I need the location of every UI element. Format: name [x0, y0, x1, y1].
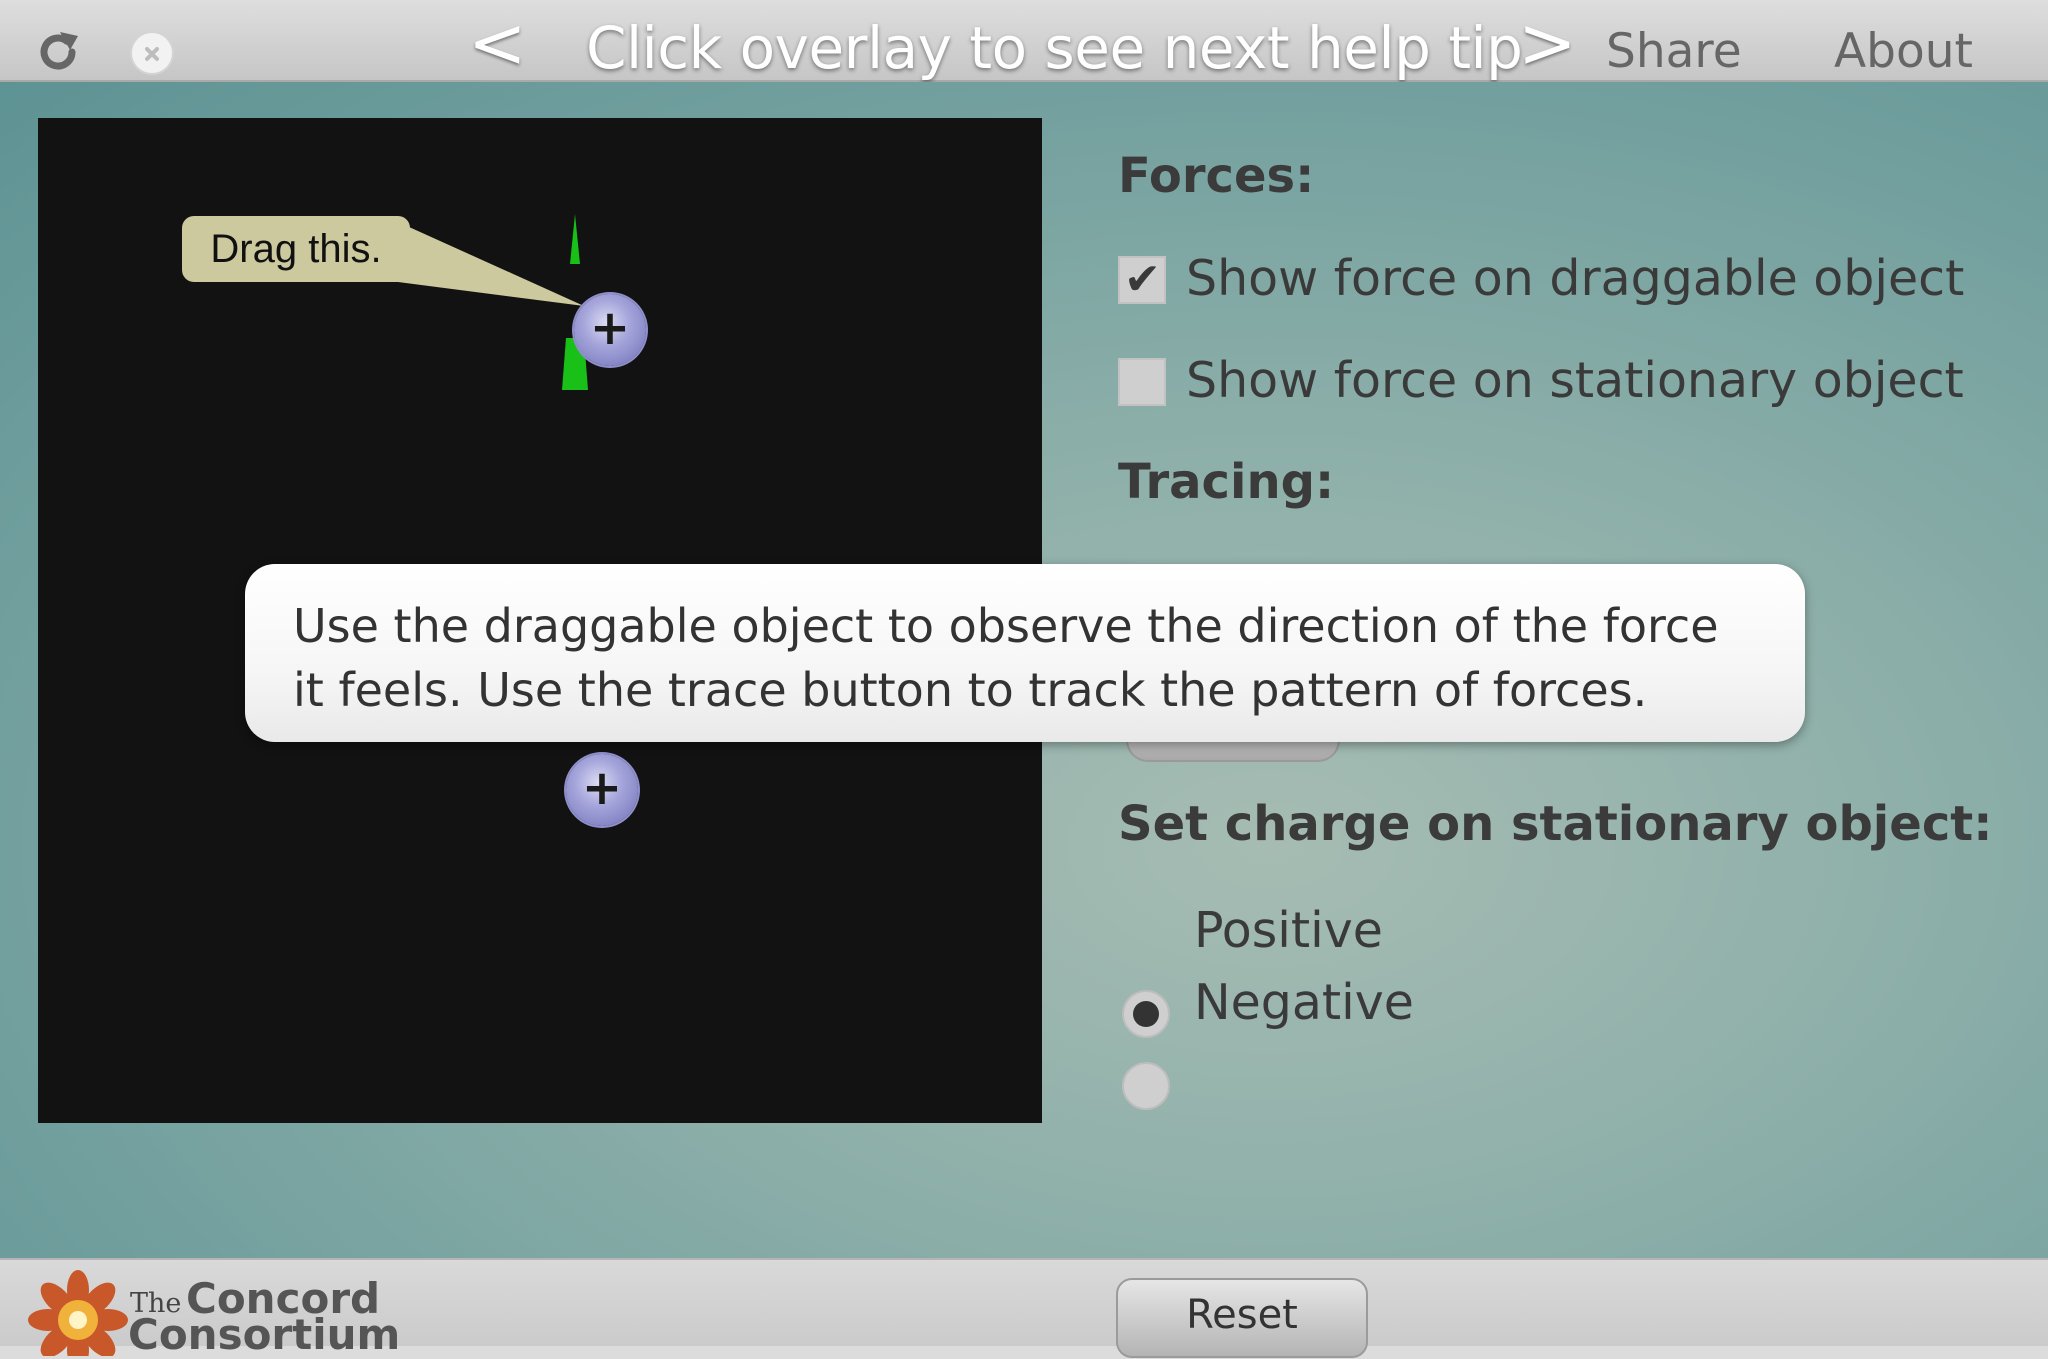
negative-label[interactable]: Negative — [1194, 974, 1414, 1031]
show-force-draggable-checkbox[interactable]: ✔ — [1118, 256, 1166, 304]
reset-button[interactable]: Reset — [1116, 1278, 1368, 1358]
checkmark-icon: ✔ — [1124, 254, 1161, 305]
show-force-stationary-checkbox[interactable] — [1118, 358, 1166, 406]
help-tip-title[interactable]: Click overlay to see next help tip — [586, 14, 1523, 82]
show-force-draggable-label[interactable]: Show force on draggable object — [1186, 250, 1964, 307]
positive-label[interactable]: Positive — [1194, 902, 1383, 959]
plus-icon: + — [589, 300, 631, 356]
draggable-charge[interactable]: + — [574, 294, 646, 366]
set-charge-heading: Set charge on stationary object: — [1118, 796, 1993, 852]
stationary-charge: + — [566, 754, 638, 826]
help-overlay-text: Use the draggable object to observe the … — [293, 599, 1719, 717]
negative-radio[interactable] — [1122, 1062, 1170, 1110]
previous-tip-button[interactable]: < — [468, 8, 527, 78]
tracing-heading: Tracing: — [1118, 454, 1335, 510]
top-toolbar: < Click overlay to see next help tip > S… — [0, 0, 2048, 82]
forces-heading: Forces: — [1118, 148, 1315, 204]
concord-flower-logo — [28, 1270, 128, 1356]
share-link[interactable]: Share — [1606, 24, 1742, 79]
show-force-stationary-label[interactable]: Show force on stationary object — [1186, 352, 1964, 409]
bottom-bar: The Concord Consortium Reset — [0, 1258, 2048, 1359]
drag-tooltip: Drag this. — [182, 216, 410, 282]
logo-consortium-text: Consortium — [128, 1310, 401, 1359]
help-overlay[interactable]: Use the draggable object to observe the … — [245, 564, 1805, 742]
reload-icon[interactable] — [34, 28, 82, 76]
close-icon[interactable] — [130, 31, 174, 75]
positive-radio[interactable] — [1122, 990, 1170, 1038]
next-tip-button[interactable]: > — [1518, 8, 1577, 78]
about-link[interactable]: About — [1834, 24, 1973, 79]
radio-selected-dot — [1133, 1001, 1159, 1027]
plus-icon: + — [581, 760, 623, 816]
